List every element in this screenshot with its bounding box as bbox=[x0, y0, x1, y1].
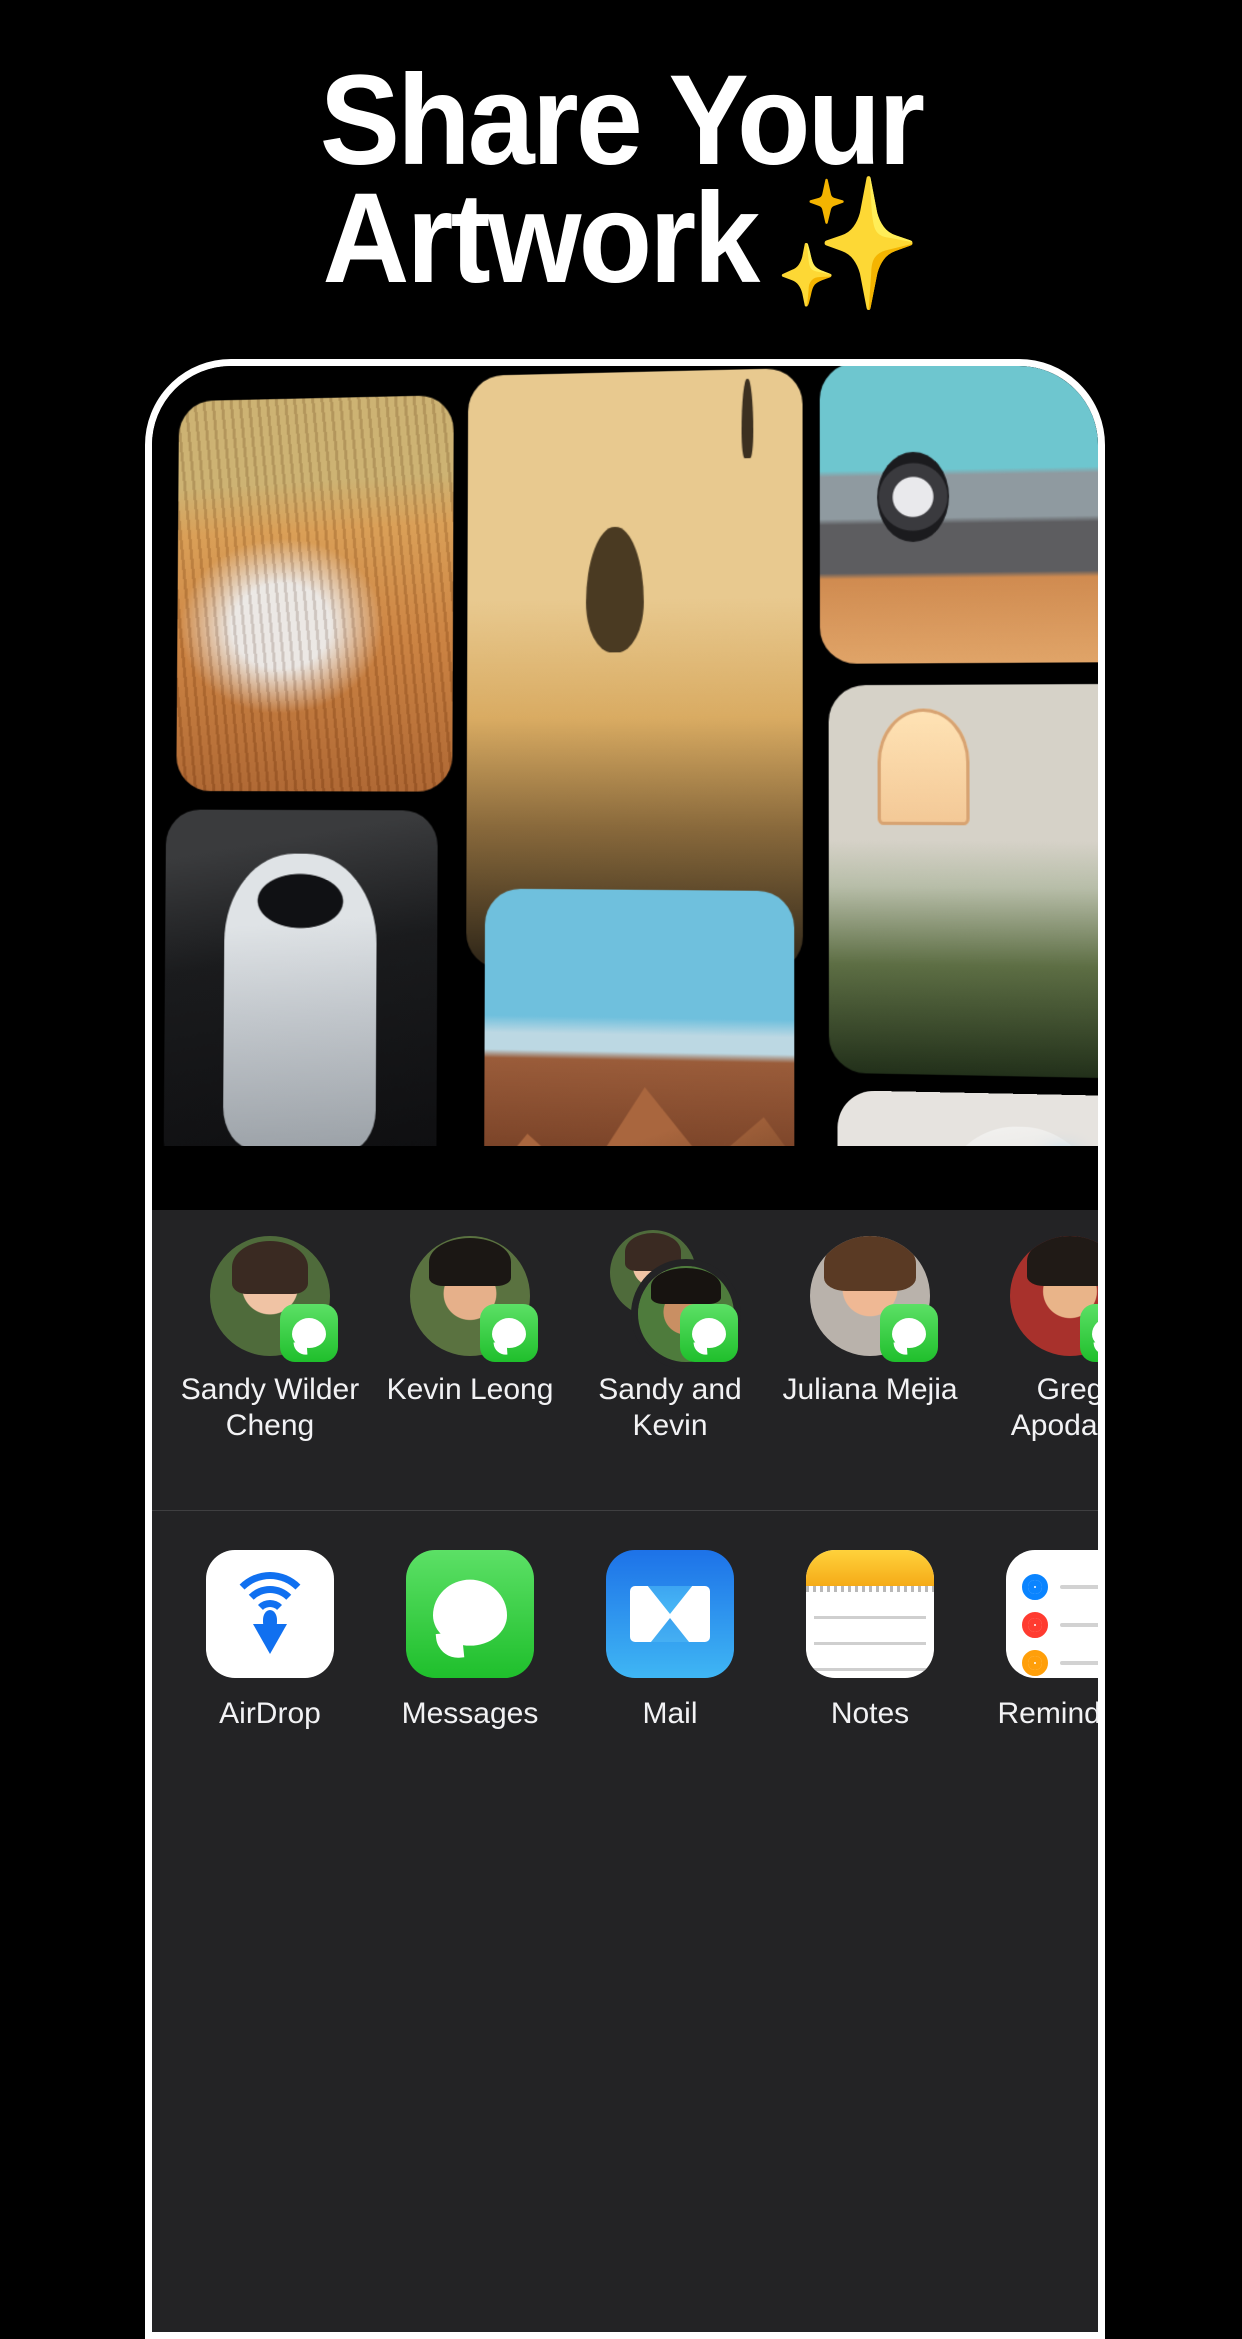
share-app-label: Mail bbox=[642, 1697, 698, 1730]
share-app-label: Notes bbox=[830, 1697, 910, 1730]
apps-row[interactable]: AirDrop Messages Mail Notes Remind bbox=[152, 1550, 1098, 1732]
contact-name: Sandy and Kevin bbox=[598, 1373, 742, 1442]
contact-name: Kevin Leong bbox=[386, 1373, 554, 1406]
contact-item[interactable]: Greg Apodaca bbox=[970, 1236, 1104, 1444]
avatar[interactable] bbox=[210, 1236, 338, 1362]
contact-item[interactable]: Sandy and Kevin bbox=[570, 1230, 770, 1444]
messages-app-badge-icon bbox=[680, 1304, 738, 1362]
photo-tile-white-robot-artwork[interactable] bbox=[837, 1090, 1098, 1146]
contact-item[interactable]: Sandy Wilder Cheng bbox=[170, 1236, 370, 1444]
photo-tile-hammock-desert-artwork[interactable] bbox=[176, 395, 454, 792]
contact-name: Sandy Wilder Cheng bbox=[180, 1373, 360, 1442]
mail-icon bbox=[606, 1550, 734, 1678]
share-app-label: AirDrop bbox=[219, 1697, 321, 1730]
avatar[interactable] bbox=[410, 1236, 538, 1362]
reminders-icon bbox=[1006, 1550, 1098, 1678]
avatar[interactable] bbox=[610, 1230, 738, 1362]
sheet-divider bbox=[152, 1510, 1098, 1511]
photo-grid bbox=[152, 366, 1098, 1146]
share-app-mail[interactable]: Mail bbox=[570, 1550, 770, 1732]
share-app-label: Reminders bbox=[997, 1697, 1101, 1730]
avatar[interactable] bbox=[1010, 1236, 1098, 1362]
contact-name: Greg Apodaca bbox=[1010, 1373, 1104, 1442]
photo-tile-hot-air-balloons-temples-artwork[interactable] bbox=[466, 367, 803, 973]
avatar[interactable] bbox=[810, 1236, 938, 1362]
share-app-messages[interactable]: Messages bbox=[370, 1550, 570, 1732]
page-title: Share Your Artwork ✨ bbox=[37, 49, 1204, 316]
contact-item[interactable]: Juliana Mejia bbox=[770, 1236, 970, 1408]
share-app-label: Messages bbox=[401, 1697, 539, 1730]
headline-line-2-wrap: Artwork ✨ bbox=[37, 173, 1204, 316]
headline-line-1: Share Your bbox=[319, 49, 925, 192]
photo-tile-astronaut-artwork[interactable] bbox=[163, 809, 438, 1146]
notes-icon bbox=[806, 1550, 934, 1678]
contact-name: Juliana Mejia bbox=[782, 1373, 958, 1406]
headline-line-2: Artwork bbox=[322, 167, 761, 310]
messages-icon bbox=[406, 1550, 534, 1678]
share-app-notes[interactable]: Notes bbox=[770, 1550, 970, 1732]
share-sheet: Sandy Wilder Cheng Kevin Leong Sandy and… bbox=[152, 1210, 1098, 2332]
photo-tile-mountain-landscape-artwork[interactable] bbox=[483, 888, 795, 1146]
share-app-airdrop[interactable]: AirDrop bbox=[170, 1550, 370, 1732]
messages-app-badge-icon bbox=[880, 1304, 938, 1362]
share-app-reminders[interactable]: Reminders bbox=[970, 1550, 1101, 1732]
messages-app-badge-icon bbox=[480, 1304, 538, 1362]
messages-app-badge-icon bbox=[280, 1304, 338, 1362]
contacts-row[interactable]: Sandy Wilder Cheng Kevin Leong Sandy and… bbox=[152, 1230, 1098, 1486]
photo-tile-retro-van-road-artwork[interactable] bbox=[819, 366, 1098, 664]
photo-tile-greenhouse-plants-artwork[interactable] bbox=[828, 683, 1098, 1080]
messages-app-badge-icon bbox=[1080, 1304, 1098, 1362]
sparkles-icon: ✨ bbox=[772, 173, 922, 316]
contact-item[interactable]: Kevin Leong bbox=[370, 1236, 570, 1408]
airdrop-icon bbox=[206, 1550, 334, 1678]
iphone-mockup-frame: Sandy Wilder Cheng Kevin Leong Sandy and… bbox=[145, 359, 1105, 2339]
